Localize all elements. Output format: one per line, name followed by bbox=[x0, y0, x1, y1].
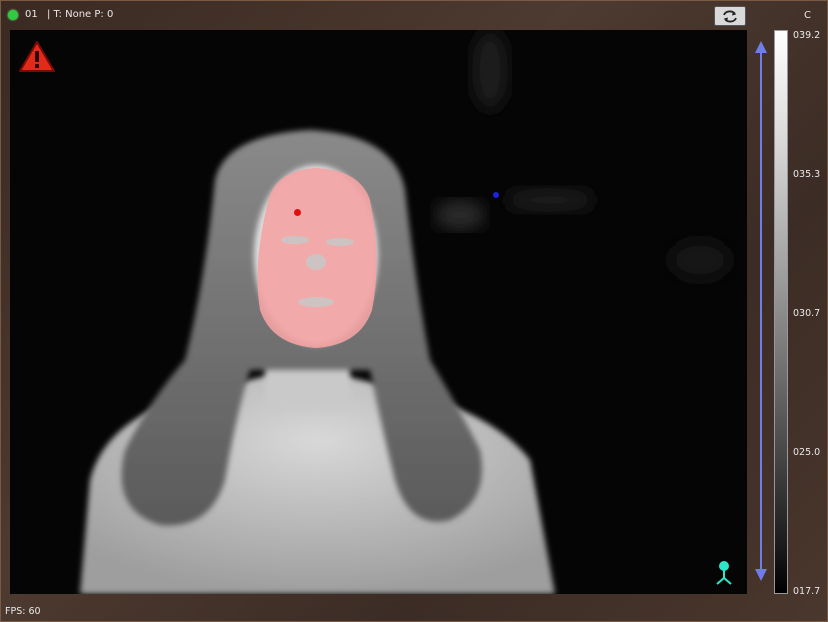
range-min-handle[interactable] bbox=[754, 568, 768, 582]
scale-label-max: 039.2 bbox=[793, 30, 821, 41]
scale-label: 025.0 bbox=[793, 447, 821, 458]
top-bar: 01 | T: None P: 0 C bbox=[0, 0, 828, 30]
temperature-range-slider[interactable] bbox=[752, 40, 770, 582]
temperature-unit: C bbox=[804, 10, 811, 21]
cold-spot-marker bbox=[493, 192, 499, 198]
range-max-handle[interactable] bbox=[754, 40, 768, 54]
scale-label: 035.3 bbox=[793, 169, 821, 180]
thermal-camera-view[interactable] bbox=[10, 30, 747, 594]
scale-label-min: 017.7 bbox=[793, 586, 821, 597]
person-pin-icon[interactable] bbox=[715, 560, 733, 586]
camera-switch-icon bbox=[723, 10, 737, 22]
hot-spot-marker bbox=[294, 209, 301, 216]
thermal-image bbox=[80, 30, 730, 594]
status-indicator bbox=[8, 10, 18, 20]
range-track bbox=[760, 46, 762, 576]
camera-switch-button[interactable] bbox=[714, 6, 746, 26]
color-scale-bar bbox=[774, 30, 788, 594]
camera-id: 01 bbox=[25, 9, 38, 20]
warning-icon bbox=[19, 41, 55, 72]
scale-label: 030.7 bbox=[793, 308, 821, 319]
camera-info: | T: None P: 0 bbox=[47, 9, 114, 20]
fps-counter: FPS: 60 bbox=[5, 606, 41, 617]
